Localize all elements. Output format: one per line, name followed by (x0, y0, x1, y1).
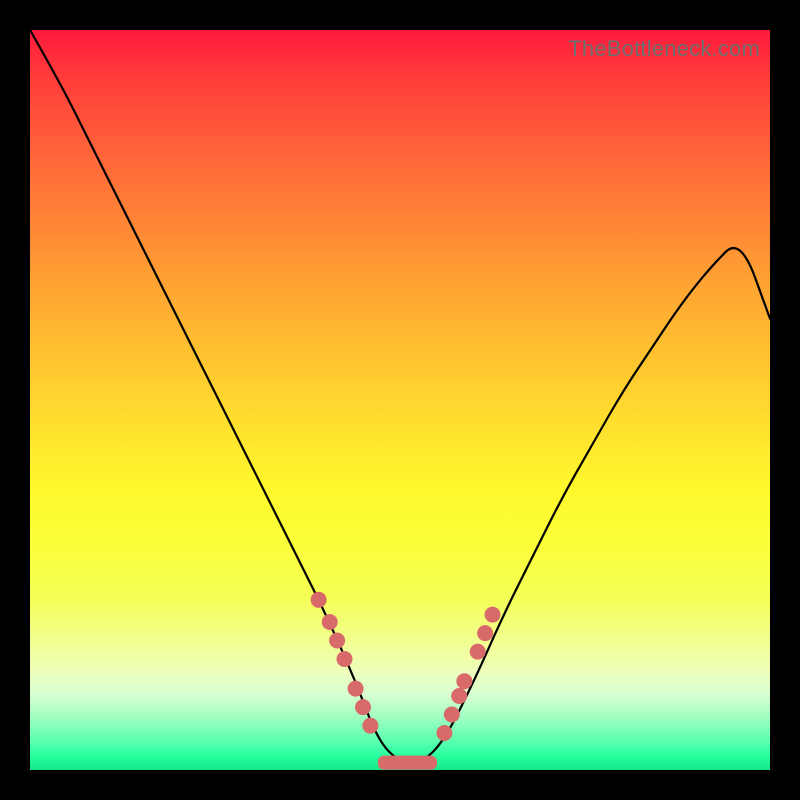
chart-svg (30, 30, 770, 770)
markers-left-arm (311, 592, 379, 734)
data-marker (362, 718, 378, 734)
data-marker (485, 607, 501, 623)
data-marker (311, 592, 327, 608)
plateau-marker (378, 756, 437, 770)
data-marker (477, 625, 493, 641)
chart-frame: TheBottleneck.com (0, 0, 800, 800)
plot-area: TheBottleneck.com (30, 30, 770, 770)
data-marker (436, 725, 452, 741)
data-marker (355, 699, 371, 715)
data-marker (444, 707, 460, 723)
data-marker (337, 651, 353, 667)
data-marker (322, 614, 338, 630)
data-marker (451, 688, 467, 704)
data-marker (348, 681, 364, 697)
data-marker (329, 633, 345, 649)
bottleneck-curve (30, 30, 770, 763)
markers-right-arm (436, 607, 500, 741)
data-marker (456, 673, 472, 689)
data-marker (470, 644, 486, 660)
